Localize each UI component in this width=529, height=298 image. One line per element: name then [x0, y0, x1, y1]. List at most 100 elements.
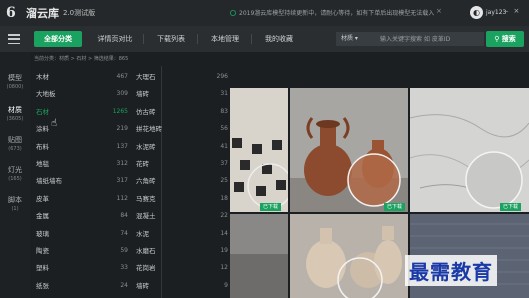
category-item[interactable]: 混凝土 22 — [136, 209, 228, 223]
category-item[interactable]: 花岗岩 12 — [136, 261, 228, 275]
material-thumbnail — [410, 88, 529, 212]
category-label: 马赛克 — [136, 194, 156, 203]
category-label: 花砖 — [136, 160, 149, 168]
category-item[interactable]: 布料 137 — [36, 140, 128, 154]
sidebar-item-lights[interactable]: 灯光 (165) — [0, 166, 30, 184]
material-thumbnail — [290, 88, 408, 212]
sidebar-item-count: (1) — [11, 206, 19, 212]
category-item[interactable]: 马赛克 18 — [136, 192, 228, 206]
category-count: 309 — [116, 90, 128, 98]
category-count: 14 — [220, 229, 228, 237]
category-count: 317 — [116, 177, 128, 185]
category-count: 9 — [224, 281, 228, 289]
category-item[interactable]: 水泥砖 41 — [136, 140, 228, 154]
category-count: 137 — [116, 142, 128, 150]
category-label: 玻璃 — [36, 229, 49, 238]
category-item[interactable]: 水磨石 19 — [136, 244, 228, 258]
tab-divider — [197, 34, 198, 44]
material-tile[interactable]: 已下载 — [230, 88, 288, 212]
category-item[interactable]: 金属 84 — [36, 209, 128, 223]
category-label: 花岗岩 — [136, 264, 156, 273]
sidebar-item-count: (3605) — [6, 116, 24, 122]
tab-compare[interactable]: 详情页对比 — [90, 31, 140, 47]
notice-close-icon[interactable]: × — [436, 7, 442, 15]
sidebar-item-textures[interactable]: 贴图 (673) — [0, 136, 30, 154]
category-label: 石材 — [36, 107, 49, 116]
tab-all-categories[interactable]: 全部分类 — [34, 31, 82, 47]
category-label: 六角砖 — [136, 177, 156, 186]
category-item[interactable]: 仿古砖 83 — [136, 105, 228, 119]
material-thumbnail — [230, 88, 288, 212]
material-tile[interactable] — [290, 214, 408, 298]
category-count: 31 — [220, 90, 228, 98]
category-label: 墙纸墙布 — [36, 177, 62, 186]
tab-favorites[interactable]: 我的收藏 — [256, 31, 302, 47]
tab-local[interactable]: 本地管理 — [202, 31, 248, 47]
category-label: 水泥 — [136, 229, 149, 238]
category-label: 涂料 — [36, 125, 49, 134]
category-label: 地毯 — [36, 160, 49, 168]
material-tile[interactable] — [230, 214, 288, 298]
category-item[interactable]: 水泥 14 — [136, 227, 228, 241]
category-label: 金属 — [36, 212, 49, 221]
breadcrumb: 当前分类：材质 > 石材 > 筛选结果：865 — [34, 56, 129, 62]
category-count: 19 — [220, 247, 228, 254]
category-item[interactable]: 纸张 24 — [36, 279, 128, 293]
category-panel: 木材 467 大地板 309 石材 1265 涂料 219 布料 137 地毯 312 墙纸墙布 317 皮… — [30, 66, 230, 298]
category-count: 41 — [220, 142, 228, 150]
sidebar-item-materials[interactable]: 材质 (3605) — [0, 106, 30, 124]
category-label: 水磨石 — [136, 247, 156, 255]
category-label: 纸张 — [36, 281, 49, 290]
category-count: 12 — [220, 264, 228, 272]
category-item[interactable]: 皮革 112 — [36, 192, 128, 206]
category-item[interactable]: 玻璃 74 — [36, 227, 128, 241]
search-button-label: 搜索 — [501, 35, 516, 43]
category-item[interactable]: 墙砖 9 — [136, 279, 228, 293]
username[interactable]: jay123 — [486, 9, 506, 16]
sidebar-item-scripts[interactable]: 脚本 (1) — [0, 196, 30, 214]
category-item[interactable]: 陶瓷 59 — [36, 244, 128, 258]
sidebar-item-label: 贴图 — [8, 136, 22, 144]
avatar[interactable]: ◐ — [470, 6, 483, 19]
category-label: 陶瓷 — [36, 247, 49, 255]
material-tile[interactable]: 已下载 — [410, 88, 529, 212]
category-count: 24 — [120, 281, 128, 289]
category-item[interactable]: 木材 467 — [36, 70, 128, 84]
tab-downloads[interactable]: 下载列表 — [148, 31, 194, 47]
category-item[interactable]: 花砖 37 — [136, 157, 228, 171]
sidebar-item-count: (0800) — [6, 84, 24, 90]
category-label: 塑料 — [36, 264, 49, 273]
tab-divider — [251, 34, 252, 44]
category-item[interactable]: 石材 1265 — [36, 105, 128, 119]
search-type-select[interactable]: 材质 ▾ — [336, 32, 376, 46]
material-thumbnail — [290, 214, 408, 298]
category-item[interactable]: 塑料 33 — [36, 261, 128, 275]
user-menu[interactable]: ◐ jay123 — [470, 6, 506, 19]
category-item[interactable]: 六角砖 25 — [136, 174, 228, 188]
material-tile[interactable]: 已下载 — [290, 88, 408, 212]
sidebar-item-label: 模型 — [8, 74, 22, 82]
category-count: 467 — [116, 73, 128, 80]
sidebar-item-count: (673) — [8, 146, 22, 152]
category-item[interactable]: 大地板 309 — [36, 87, 128, 101]
sidebar-item-models[interactable]: 模型 (0800) — [0, 74, 30, 92]
category-item[interactable]: 地毯 312 — [36, 157, 128, 171]
category-count: 112 — [116, 194, 128, 202]
category-item[interactable]: 墙纸墙布 317 — [36, 174, 128, 188]
category-count: 84 — [120, 212, 128, 220]
minimize-icon[interactable]: – — [505, 7, 509, 15]
downloaded-badge: 已下载 — [260, 203, 282, 211]
close-icon[interactable]: × — [514, 7, 520, 15]
category-count: 296 — [216, 73, 228, 80]
category-item[interactable]: 涂料 219 — [36, 122, 128, 136]
app-version: 2.0测试版 — [63, 9, 96, 17]
search-button[interactable]: ⚲ 搜索 — [486, 31, 524, 47]
category-count: 219 — [116, 125, 128, 133]
category-item[interactable]: 大理石 296 — [136, 70, 228, 84]
category-item[interactable]: 拼花地砖 56 — [136, 122, 228, 136]
menu-icon[interactable] — [8, 34, 20, 44]
material-thumbnail — [230, 214, 288, 298]
sidebar-item-label: 脚本 — [8, 196, 22, 204]
category-item[interactable]: 墙砖 31 — [136, 87, 228, 101]
search-input[interactable] — [376, 32, 484, 46]
